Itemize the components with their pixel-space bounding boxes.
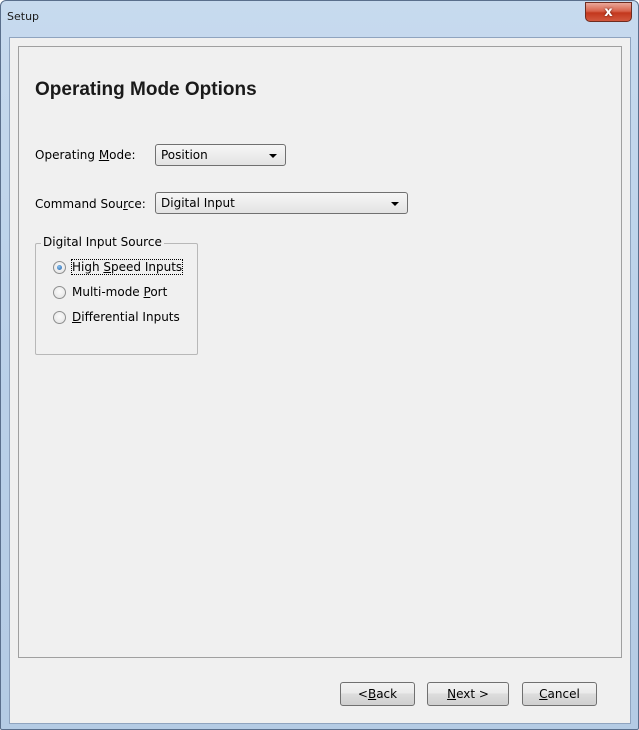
- cancel-button[interactable]: Cancel: [522, 682, 597, 706]
- radio-differential-inputs[interactable]: Differential Inputs: [53, 308, 180, 326]
- content-panel: Operating Mode Options Operating Mode: P…: [18, 46, 622, 658]
- chevron-down-icon: [391, 202, 399, 206]
- button-bar: < Back Next > Cancel: [10, 666, 630, 724]
- digital-input-source-group: Digital Input Source High Speed Inputs M…: [35, 235, 198, 355]
- radio-button-icon[interactable]: [53, 260, 66, 274]
- window-title: Setup: [7, 10, 40, 23]
- command-source-value: Digital Input: [161, 196, 235, 210]
- chevron-down-icon: [269, 154, 277, 158]
- radio-label: Multi-mode Port: [72, 285, 168, 299]
- radio-high-speed-inputs[interactable]: High Speed Inputs: [53, 258, 184, 276]
- command-source-label: Command Source:: [35, 197, 146, 211]
- close-button[interactable]: x: [585, 2, 632, 22]
- group-legend: Digital Input Source: [41, 235, 164, 249]
- operating-mode-dropdown[interactable]: Position: [155, 144, 286, 166]
- operating-mode-label: Operating Mode:: [35, 148, 136, 162]
- close-icon: x: [604, 4, 613, 20]
- radio-multi-mode-port[interactable]: Multi-mode Port: [53, 283, 167, 301]
- operating-mode-value: Position: [161, 148, 208, 162]
- dialog-client-area: Operating Mode Options Operating Mode: P…: [9, 37, 631, 724]
- next-button[interactable]: Next >: [427, 682, 509, 706]
- title-bar[interactable]: Setup x: [1, 1, 638, 38]
- radio-button-icon[interactable]: [53, 285, 66, 299]
- radio-label: High Speed Inputs: [70, 259, 184, 275]
- back-button[interactable]: < Back: [340, 682, 415, 706]
- command-source-dropdown[interactable]: Digital Input: [155, 192, 408, 214]
- page-title: Operating Mode Options: [35, 79, 257, 100]
- radio-label: Differential Inputs: [72, 310, 180, 324]
- radio-button-icon[interactable]: [53, 310, 66, 324]
- setup-window: Setup x Operating Mode Options Operating…: [0, 0, 639, 730]
